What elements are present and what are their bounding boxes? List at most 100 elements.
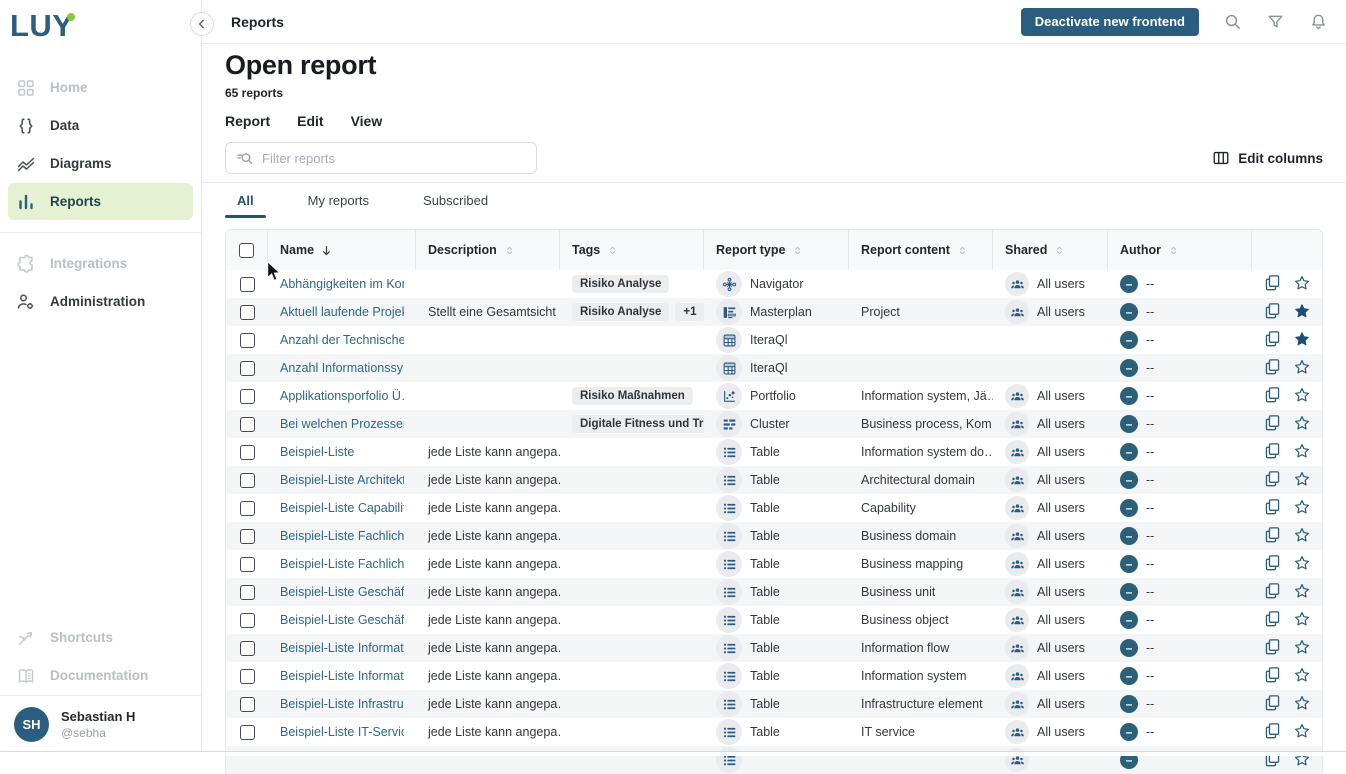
sidebar-item-diagrams[interactable]: Diagrams: [8, 145, 193, 182]
report-name-link[interactable]: Beispiel-Liste Capability: [280, 501, 404, 515]
favorite-star-button[interactable]: [1294, 359, 1310, 378]
report-name-link[interactable]: Beispiel-Liste Architekt…: [280, 473, 404, 487]
menu-item-edit[interactable]: Edit: [297, 113, 323, 129]
filter-reports-input[interactable]: [260, 150, 526, 167]
menu-item-view[interactable]: View: [351, 113, 383, 129]
row-checkbox[interactable]: [240, 669, 255, 684]
sidebar-item-shortcuts[interactable]: Shortcuts: [8, 619, 193, 656]
column-header-shared[interactable]: Shared: [993, 230, 1108, 270]
row-checkbox[interactable]: [240, 473, 255, 488]
copy-report-button[interactable]: [1264, 470, 1281, 490]
favorite-star-button[interactable]: [1294, 695, 1310, 714]
favorite-star-button[interactable]: [1294, 723, 1310, 742]
favorite-star-button[interactable]: [1294, 415, 1310, 434]
report-row[interactable]: Bei welchen Prozessen… Digitale Fitness …: [226, 410, 1322, 438]
favorite-star-button[interactable]: [1294, 611, 1310, 630]
report-name-link[interactable]: Abhängigkeiten im Kon…: [280, 277, 404, 291]
row-checkbox[interactable]: [240, 277, 255, 292]
favorite-star-button[interactable]: [1294, 443, 1310, 462]
row-checkbox[interactable]: [240, 417, 255, 432]
search-icon[interactable]: [1223, 12, 1242, 31]
copy-report-button[interactable]: [1264, 722, 1281, 742]
favorite-star-button[interactable]: [1294, 331, 1310, 350]
column-header-description[interactable]: Description: [416, 230, 560, 270]
row-checkbox[interactable]: [240, 725, 255, 740]
report-row[interactable]: Beispiel-Liste Geschäft… jede Liste kann…: [226, 578, 1322, 606]
copy-report-button[interactable]: [1264, 694, 1281, 714]
copy-report-button[interactable]: [1264, 414, 1281, 434]
copy-report-button[interactable]: [1264, 302, 1281, 322]
sidebar-item-data[interactable]: Data: [8, 107, 193, 144]
tab-my-reports[interactable]: My reports: [296, 183, 381, 218]
favorite-star-button[interactable]: [1294, 639, 1310, 658]
row-checkbox[interactable]: [240, 641, 255, 656]
report-name-link[interactable]: Applikationsporfolio Ü…: [280, 389, 404, 403]
report-row[interactable]: Beispiel-Liste Informati… jede Liste kan…: [226, 662, 1322, 690]
copy-report-button[interactable]: [1264, 582, 1281, 602]
sidebar-item-administration[interactable]: Administration: [8, 283, 193, 320]
report-name-link[interactable]: Beispiel-Liste Fachlich…: [280, 557, 404, 571]
report-name-link[interactable]: Anzahl der Technische…: [280, 333, 404, 347]
report-row[interactable]: Beispiel-Liste Architekt… jede Liste kan…: [226, 466, 1322, 494]
favorite-star-button[interactable]: [1294, 471, 1310, 490]
report-name-link[interactable]: Beispiel-Liste Informati…: [280, 669, 404, 683]
copy-report-button[interactable]: [1264, 274, 1281, 294]
edit-columns-button[interactable]: Edit columns: [1212, 149, 1323, 167]
column-header-tags[interactable]: Tags: [560, 230, 704, 270]
bell-icon[interactable]: [1309, 12, 1328, 31]
copy-report-button[interactable]: [1264, 666, 1281, 686]
report-row[interactable]: Anzahl der Technische… IteraQl –--: [226, 326, 1322, 354]
sidebar-item-documentation[interactable]: Documentation: [8, 657, 193, 694]
copy-report-button[interactable]: [1264, 638, 1281, 658]
sidebar-item-home[interactable]: Home: [8, 69, 193, 106]
deactivate-frontend-button[interactable]: Deactivate new frontend: [1021, 8, 1199, 36]
row-checkbox[interactable]: [240, 501, 255, 516]
report-name-link[interactable]: Beispiel-Liste Informati…: [280, 641, 404, 655]
row-checkbox[interactable]: [240, 361, 255, 376]
report-name-link[interactable]: Beispiel-Liste Fachlich…: [280, 529, 404, 543]
report-row[interactable]: Aktuell laufende Projek… Stellt eine Ges…: [226, 298, 1322, 326]
report-name-link[interactable]: Beispiel-Liste Geschäft…: [280, 613, 404, 627]
tab-subscribed[interactable]: Subscribed: [411, 183, 500, 218]
menu-item-report[interactable]: Report: [225, 113, 270, 129]
report-row[interactable]: Beispiel-Liste Fachlich… jede Liste kann…: [226, 550, 1322, 578]
row-checkbox[interactable]: [240, 697, 255, 712]
favorite-star-button[interactable]: [1294, 527, 1310, 546]
copy-report-button[interactable]: [1264, 554, 1281, 574]
row-checkbox[interactable]: [240, 445, 255, 460]
filter-icon[interactable]: [1266, 12, 1285, 31]
favorite-star-button[interactable]: [1294, 555, 1310, 574]
row-checkbox[interactable]: [240, 585, 255, 600]
report-name-link[interactable]: Bei welchen Prozessen…: [280, 417, 404, 431]
copy-report-button[interactable]: [1264, 386, 1281, 406]
column-header-report-content[interactable]: Report content: [849, 230, 993, 270]
row-checkbox[interactable]: [240, 529, 255, 544]
favorite-star-button[interactable]: [1294, 667, 1310, 686]
report-name-link[interactable]: Beispiel-Liste IT-Servic…: [280, 725, 404, 739]
copy-report-button[interactable]: [1264, 498, 1281, 518]
report-row[interactable]: Applikationsporfolio Ü… Risiko Maßnahmen…: [226, 382, 1322, 410]
select-all-checkbox[interactable]: [239, 243, 254, 258]
copy-report-button[interactable]: [1264, 330, 1281, 350]
copy-report-button[interactable]: [1264, 442, 1281, 462]
tab-all[interactable]: All: [225, 183, 266, 218]
favorite-star-button[interactable]: [1294, 583, 1310, 602]
report-name-link[interactable]: Beispiel-Liste Geschäft…: [280, 585, 404, 599]
column-header-name[interactable]: Name: [268, 230, 416, 270]
sidebar-collapse-button[interactable]: [190, 12, 214, 36]
report-name-link[interactable]: Beispiel-Liste Infrastru…: [280, 697, 404, 711]
report-name-link[interactable]: Anzahl Informationssy…: [280, 361, 404, 375]
copy-report-button[interactable]: [1264, 610, 1281, 630]
report-name-link[interactable]: Aktuell laufende Projek…: [280, 305, 404, 319]
report-row[interactable]: Abhängigkeiten im Kon… Risiko Analyse Na…: [226, 270, 1322, 298]
copy-report-button[interactable]: [1264, 358, 1281, 378]
copy-report-button[interactable]: [1264, 526, 1281, 546]
report-name-link[interactable]: Beispiel-Liste: [280, 445, 354, 459]
row-checkbox[interactable]: [240, 557, 255, 572]
report-row[interactable]: Anzahl Informationssy… IteraQl –--: [226, 354, 1322, 382]
column-header-author[interactable]: Author: [1108, 230, 1252, 270]
sidebar-item-integrations[interactable]: Integrations: [8, 245, 193, 282]
row-checkbox[interactable]: [240, 305, 255, 320]
row-checkbox[interactable]: [240, 389, 255, 404]
report-row[interactable]: Beispiel-Liste Informati… jede Liste kan…: [226, 634, 1322, 662]
